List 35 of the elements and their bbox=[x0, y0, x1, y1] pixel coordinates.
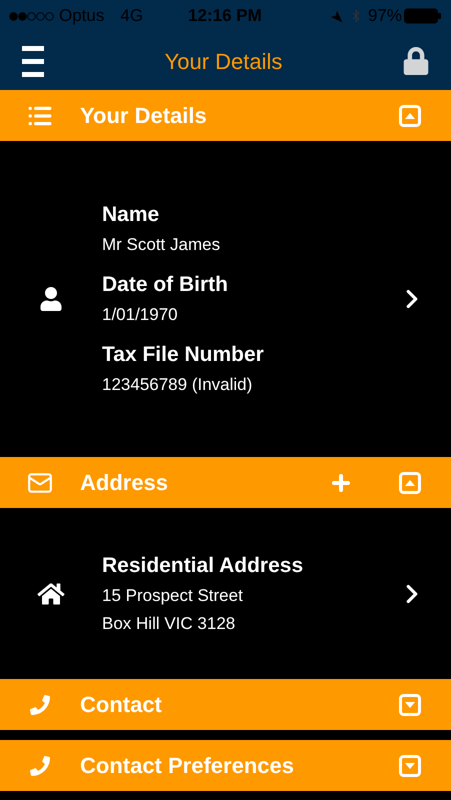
field-label: Residential Address bbox=[102, 552, 304, 578]
section-header[interactable]: Your Details bbox=[0, 90, 451, 141]
expand-icon[interactable] bbox=[399, 754, 421, 776]
field-value: Mr Scott James bbox=[102, 234, 222, 256]
section-header[interactable]: Address bbox=[0, 457, 451, 508]
battery-icon bbox=[404, 8, 442, 24]
section-title: Contact bbox=[80, 691, 162, 719]
section-title: Address bbox=[80, 469, 168, 497]
signal-icon bbox=[9, 12, 55, 20]
section-header[interactable]: Contact Preferences bbox=[0, 740, 451, 791]
field-value: Box Hill VIC 3128 bbox=[102, 612, 236, 634]
house-icon bbox=[37, 582, 65, 606]
battery-text: 97% bbox=[368, 5, 402, 28]
field-value: 15 Prospect Street bbox=[102, 584, 244, 606]
collapse-icon[interactable] bbox=[399, 472, 421, 494]
network-text: 4G bbox=[120, 5, 144, 28]
person-icon bbox=[39, 287, 63, 311]
time-text: 12:16 PM bbox=[188, 5, 262, 28]
location-icon bbox=[330, 10, 343, 22]
expand-icon[interactable] bbox=[399, 694, 421, 716]
field-value: 123456789 (Invalid) bbox=[102, 374, 254, 396]
field-label: Name bbox=[102, 202, 160, 228]
page-title: Your Details bbox=[164, 48, 282, 76]
collapse-icon[interactable] bbox=[399, 104, 421, 126]
section-title: Contact Preferences bbox=[80, 752, 294, 780]
field-label: Date of Birth bbox=[102, 272, 229, 298]
phone-icon bbox=[30, 756, 50, 776]
carrier-text: Optus bbox=[59, 5, 104, 28]
lock-icon[interactable] bbox=[403, 47, 429, 75]
section-title: Your Details bbox=[80, 102, 207, 130]
phone-icon bbox=[30, 694, 50, 714]
field-value: 1/01/1970 bbox=[102, 304, 179, 326]
section-header[interactable]: Contact bbox=[0, 679, 451, 730]
field-label: Tax File Number bbox=[102, 342, 265, 368]
menu-icon[interactable] bbox=[22, 45, 44, 77]
